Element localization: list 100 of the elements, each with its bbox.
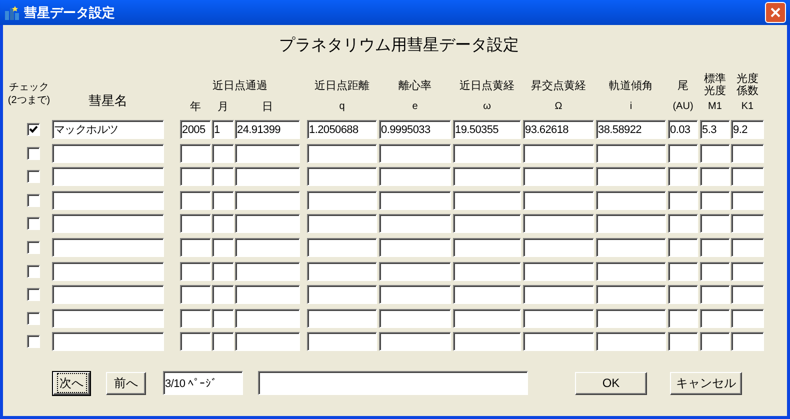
checkbox[interactable] (27, 194, 40, 207)
day-field[interactable] (235, 144, 300, 163)
message-field[interactable] (258, 371, 528, 396)
name-field[interactable] (52, 144, 164, 163)
page-field[interactable]: 3/10 ﾍﾟｰｼﾞ (163, 371, 243, 396)
day-field[interactable] (235, 308, 300, 328)
close-button[interactable] (765, 2, 786, 23)
month-field[interactable] (212, 332, 234, 352)
month-field[interactable] (212, 285, 234, 304)
input-field[interactable] (596, 308, 666, 328)
name-field[interactable] (52, 262, 164, 281)
year-field[interactable] (180, 144, 211, 163)
input-field[interactable] (523, 190, 594, 210)
month-field[interactable] (212, 167, 234, 186)
button[interactable]: OK (575, 372, 647, 395)
input-field[interactable] (731, 262, 764, 281)
input-field[interactable] (379, 190, 451, 210)
input-field[interactable] (700, 238, 730, 257)
input-field[interactable] (379, 144, 451, 163)
input-field[interactable] (596, 167, 666, 186)
checkbox[interactable] (27, 335, 40, 348)
input-field[interactable] (307, 238, 377, 257)
checkbox[interactable] (27, 312, 40, 325)
input-field[interactable] (307, 167, 377, 186)
name-field[interactable]: マックホルツ (52, 120, 164, 139)
input-field[interactable] (453, 285, 521, 304)
input-field[interactable] (379, 285, 451, 304)
input-field[interactable]: 38.58922 (596, 120, 666, 139)
input-field[interactable] (668, 308, 698, 328)
input-field[interactable] (668, 144, 698, 163)
input-field[interactable] (668, 238, 698, 257)
input-field[interactable] (700, 262, 730, 281)
input-field[interactable] (307, 144, 377, 163)
input-field[interactable] (453, 214, 521, 234)
day-field[interactable] (235, 190, 300, 210)
input-field[interactable] (700, 144, 730, 163)
name-field[interactable] (52, 167, 164, 186)
input-field[interactable] (379, 214, 451, 234)
input-field[interactable] (596, 190, 666, 210)
input-field[interactable] (307, 285, 377, 304)
day-field[interactable] (235, 167, 300, 186)
checkbox[interactable] (27, 217, 40, 230)
day-field[interactable] (235, 238, 300, 257)
input-field[interactable] (668, 190, 698, 210)
name-field[interactable] (52, 214, 164, 234)
year-field[interactable] (180, 285, 211, 304)
input-field[interactable] (307, 262, 377, 281)
input-field[interactable]: 1.2050688 (307, 120, 377, 139)
input-field[interactable] (668, 262, 698, 281)
input-field[interactable]: 0.9995033 (379, 120, 451, 139)
month-field[interactable] (212, 262, 234, 281)
checkbox[interactable] (27, 146, 40, 160)
input-field[interactable] (453, 332, 521, 352)
input-field[interactable] (523, 332, 594, 352)
day-field[interactable] (235, 285, 300, 304)
input-field[interactable] (596, 238, 666, 257)
input-field[interactable] (731, 214, 764, 234)
month-field[interactable] (212, 308, 234, 328)
checkbox[interactable] (27, 123, 40, 136)
input-field[interactable]: 9.2 (731, 120, 764, 139)
checkbox[interactable] (27, 240, 40, 254)
year-field[interactable]: 2005 (180, 120, 211, 139)
input-field[interactable] (523, 144, 594, 163)
input-field[interactable] (668, 285, 698, 304)
input-field[interactable] (453, 238, 521, 257)
input-field[interactable] (523, 262, 594, 281)
input-field[interactable] (307, 214, 377, 234)
input-field[interactable] (700, 308, 730, 328)
name-field[interactable] (52, 190, 164, 210)
input-field[interactable] (731, 190, 764, 210)
input-field[interactable] (596, 285, 666, 304)
input-field[interactable] (453, 262, 521, 281)
input-field[interactable] (700, 190, 730, 210)
input-field[interactable] (731, 167, 764, 186)
checkbox[interactable] (27, 288, 40, 302)
input-field[interactable]: 5.3 (700, 120, 730, 139)
input-field[interactable] (700, 332, 730, 352)
month-field[interactable] (212, 144, 234, 163)
year-field[interactable] (180, 167, 211, 186)
input-field[interactable] (731, 308, 764, 328)
input-field[interactable] (453, 167, 521, 186)
input-field[interactable] (731, 285, 764, 304)
day-field[interactable] (235, 332, 300, 352)
input-field[interactable] (379, 308, 451, 328)
checkbox[interactable] (27, 264, 40, 278)
input-field[interactable] (453, 190, 521, 210)
year-field[interactable] (180, 332, 211, 352)
input-field[interactable] (668, 332, 698, 352)
input-field[interactable] (731, 144, 764, 163)
button[interactable]: 前へ (106, 372, 146, 395)
input-field[interactable] (731, 238, 764, 257)
year-field[interactable] (180, 238, 211, 257)
name-field[interactable] (52, 238, 164, 257)
month-field[interactable] (212, 214, 234, 234)
input-field[interactable] (307, 308, 377, 328)
day-field[interactable]: 24.91399 (235, 120, 300, 139)
input-field[interactable] (523, 308, 594, 328)
input-field[interactable]: 93.62618 (523, 120, 594, 139)
input-field[interactable] (596, 144, 666, 163)
input-field[interactable] (523, 167, 594, 186)
